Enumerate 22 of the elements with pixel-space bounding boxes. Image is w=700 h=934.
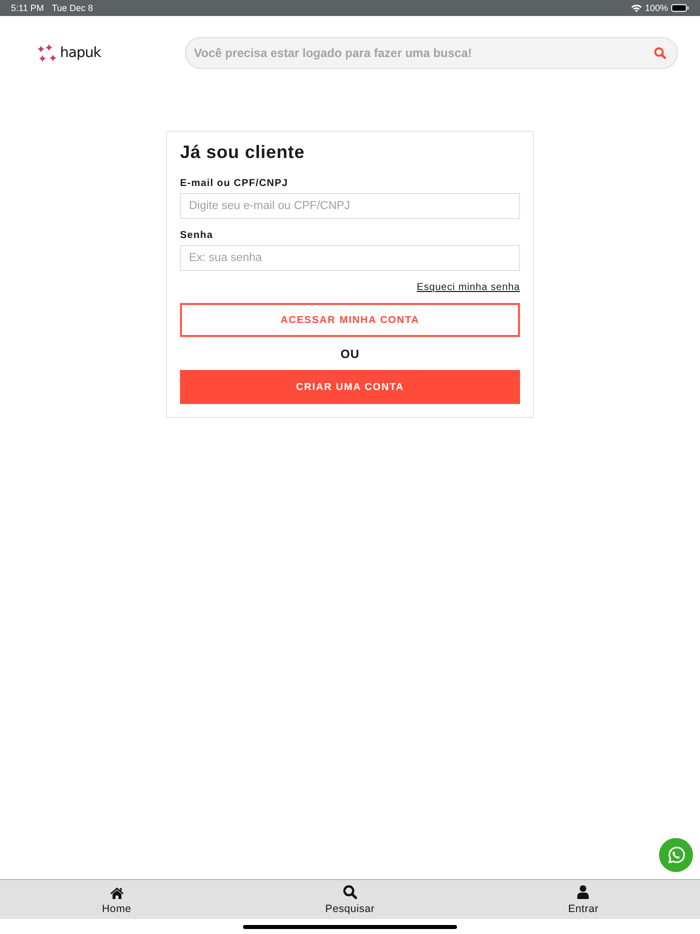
or-separator: OU: [340, 347, 360, 361]
search-icon: [342, 885, 357, 899]
input-field[interactable]: Digite seu e-mail ou CPF/CNPJ: [180, 193, 520, 219]
field-label: Senha: [180, 229, 214, 242]
input-field[interactable]: Ex: sua senha: [180, 245, 520, 271]
battery-percent: 100%: [644, 2, 668, 14]
logo-text: hapuk: [60, 45, 101, 61]
field-label: E-mail ou CPF/CNPJ: [180, 177, 290, 190]
search-field[interactable]: Você precisa estar logado para fazer uma busca!: [185, 37, 678, 69]
tab-item[interactable]: Entrar: [466, 880, 700, 919]
phone-chat-icon[interactable]: [659, 838, 693, 872]
status-date: Tue Dec 8: [52, 2, 94, 14]
battery-icon: [671, 4, 689, 12]
wifi-icon: [630, 4, 642, 12]
person-icon: [577, 885, 590, 899]
tab-item[interactable]: Home: [0, 880, 234, 919]
search-icon[interactable]: [654, 47, 666, 59]
tab-item[interactable]: Pesquisar: [233, 880, 467, 919]
home-icon: [110, 887, 124, 899]
status-time: 5:11 PM: [11, 2, 44, 14]
card-title: Já sou cliente: [180, 141, 306, 163]
forgot-password-link[interactable]: Esqueci minha senha: [416, 281, 520, 294]
